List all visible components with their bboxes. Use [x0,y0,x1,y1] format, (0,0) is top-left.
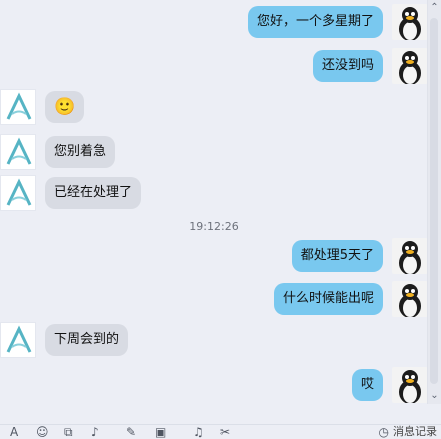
message-bubble: 🙂 [45,91,85,123]
message-bubble: 都处理5天了 [291,240,383,272]
message-outgoing: 都处理5天了 [291,238,428,274]
scissors-icon[interactable]: ✂ [220,426,230,438]
message-outgoing: 您好，一个多星期了 [247,4,428,40]
clock-icon: ◷ [378,424,389,439]
message-incoming: 下周会到的 [0,322,129,358]
message-bubble: 什么时候能出呢 [273,283,383,315]
message-outgoing: 什么时候能出呢 [273,281,428,317]
chat-area: 您好，一个多星期了 还没到吗 🙂 您别着急 已经在处理了 19:12:26 都处… [0,0,428,404]
scroll-thumb[interactable] [430,18,438,384]
seller-avatar[interactable] [0,175,36,211]
logo-icon [6,137,32,165]
message-incoming: 您别着急 [0,134,116,170]
message-incoming: 已经在处理了 [0,175,142,211]
penguin-icon [399,370,421,403]
penguin-icon [399,284,421,317]
message-history-label: 消息记录 [393,425,437,438]
penguin-icon [399,241,421,274]
logo-icon [6,325,32,353]
message-bubble: 还没到吗 [312,50,383,82]
seller-avatar[interactable] [0,322,36,358]
user-avatar[interactable] [392,281,428,317]
voice-icon[interactable]: ♪ [91,426,99,438]
image-icon[interactable]: ▣ [155,426,166,438]
penguin-icon [399,51,421,84]
message-outgoing: 还没到吗 [312,48,428,84]
logo-icon [6,178,32,206]
penguin-icon [399,7,421,40]
message-outgoing: 哎 [351,367,428,403]
user-avatar[interactable] [392,48,428,84]
seller-avatar[interactable] [0,134,36,170]
message-incoming: 🙂 [0,89,85,125]
scroll-up-icon[interactable]: ⌃ [429,2,440,13]
user-avatar[interactable] [392,238,428,274]
message-bubble: 下周会到的 [45,324,129,356]
font-icon[interactable]: A [10,426,18,438]
logo-icon [6,92,32,120]
vertical-scrollbar[interactable]: ⌃ ⌄ [427,0,441,404]
vibrate-icon[interactable]: ⧉ [64,426,73,438]
message-bubble: 已经在处理了 [45,177,142,209]
user-avatar[interactable] [392,4,428,40]
user-avatar[interactable] [392,367,428,403]
scroll-down-icon[interactable]: ⌄ [429,390,440,401]
screenshot-icon[interactable]: ✎ [126,426,136,438]
message-history-button[interactable]: ◷ 消息记录 [379,425,441,438]
seller-avatar[interactable] [0,89,36,125]
timestamp: 19:12:26 [189,220,239,233]
message-bubble: 哎 [351,369,383,401]
chat-toolbar: A ☺ ⧉ ♪ ✎ ▣ ♫ ✂ ◷ 消息记录 [0,424,441,438]
message-bubble: 您别着急 [45,136,116,168]
emoji-icon[interactable]: ☺ [36,426,49,438]
music-icon[interactable]: ♫ [193,426,204,438]
message-bubble: 您好，一个多星期了 [247,6,383,38]
